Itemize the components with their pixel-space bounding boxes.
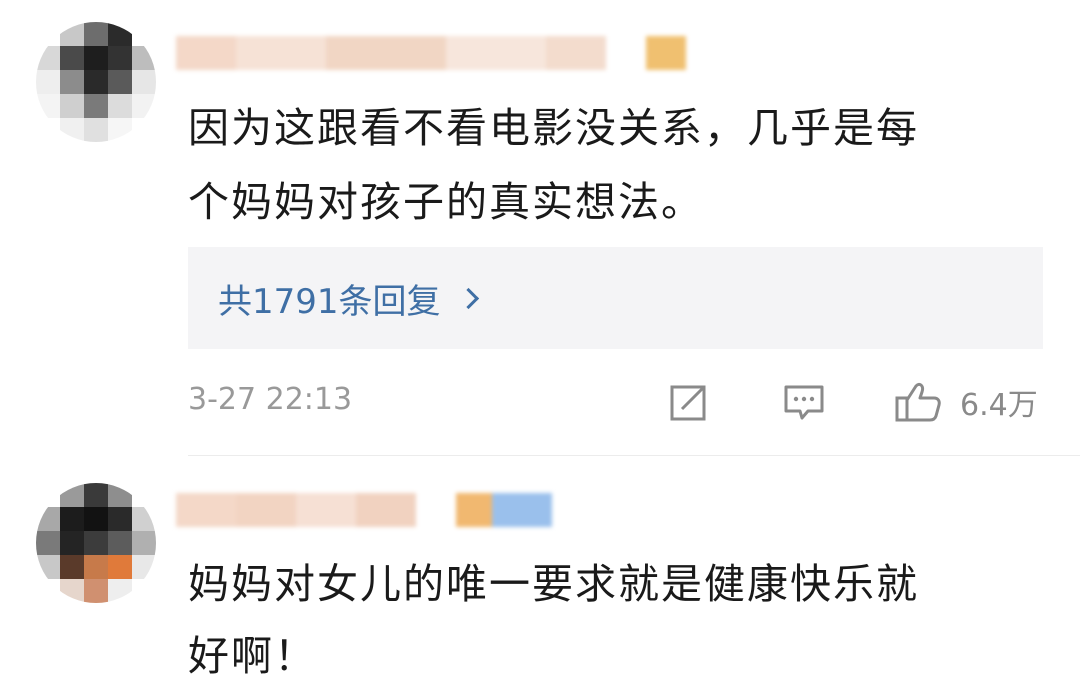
like-button[interactable]: 6.4万 bbox=[894, 380, 1038, 424]
reply-count-label: 共1791条回复 bbox=[218, 281, 441, 322]
like-count: 6.4万 bbox=[960, 388, 1038, 423]
comment-text-line: 因为这跟看不看电影没关系，几乎是每 bbox=[188, 104, 919, 152]
username-redacted[interactable] bbox=[176, 36, 686, 70]
comment-text-line: 好啊！ bbox=[188, 632, 317, 680]
comment-divider bbox=[188, 455, 1080, 456]
chevron-right-icon bbox=[457, 287, 479, 309]
username-redacted[interactable] bbox=[176, 493, 552, 527]
comment-actions: 3-27 22:13 6.4万 bbox=[188, 372, 1043, 432]
comment-icon bbox=[784, 385, 824, 420]
thumbs-up-icon bbox=[895, 382, 941, 422]
timestamp: 3-27 22:13 bbox=[188, 382, 353, 417]
comment-feed: 因为这跟看不看电影没关系，几乎是每 个妈妈对孩子的真实想法。 共1791条回复 … bbox=[0, 0, 1080, 686]
share-icon bbox=[670, 385, 706, 421]
share-button[interactable] bbox=[668, 380, 710, 424]
replies-panel[interactable]: 共1791条回复 bbox=[188, 247, 1043, 349]
comment-text-line: 个妈妈对孩子的真实想法。 bbox=[188, 178, 704, 226]
comment-button[interactable] bbox=[782, 380, 826, 424]
avatar[interactable] bbox=[36, 483, 156, 603]
view-replies-link[interactable]: 共1791条回复 bbox=[218, 274, 479, 323]
avatar[interactable] bbox=[36, 22, 156, 142]
